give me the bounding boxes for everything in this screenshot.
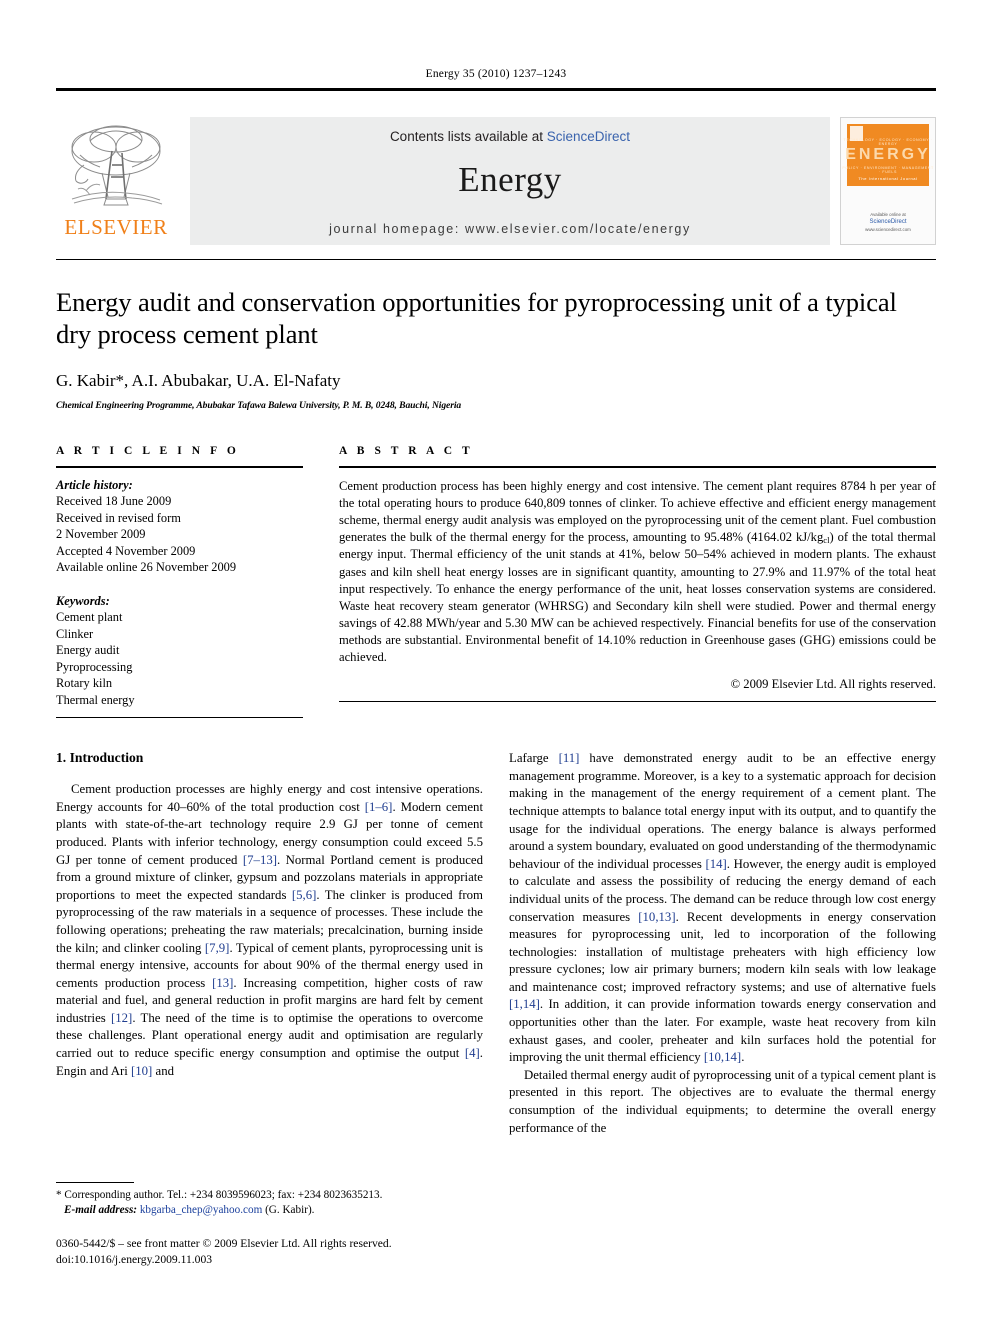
corresponding-author-note: * Corresponding author. Tel.: +234 80395…: [56, 1188, 496, 1203]
citation-ref[interactable]: [5,6]: [292, 888, 317, 902]
intro-paragraph-right-2: Detailed thermal energy audit of pyropro…: [509, 1067, 936, 1135]
citation-ref[interactable]: [10,13]: [638, 910, 675, 924]
article-title: Energy audit and conservation opportunit…: [56, 287, 897, 350]
doi-line[interactable]: doi:10.1016/j.energy.2009.11.003: [56, 1252, 496, 1267]
imprint-block: 0360-5442/$ – see front matter © 2009 El…: [56, 1236, 496, 1267]
keyword-item: Energy audit: [56, 643, 120, 658]
abstract-part-2: ) of the total thermal energy input. The…: [339, 529, 937, 664]
keyword-item: Pyroprocessing: [56, 659, 133, 674]
contents-prefix: Contents lists available at: [389, 129, 547, 144]
history-item: Received 18 June 2009: [56, 494, 172, 509]
article-history: Article history: Received 18 June 2009 R…: [56, 477, 303, 576]
keyword-item: Thermal energy: [56, 692, 135, 707]
intro-paragraph-right-1: Lafarge [11] have demonstrated energy au…: [509, 750, 936, 1067]
author-list: G. Kabir*, A.I. Abubakar, U.A. El-Nafaty: [56, 370, 341, 390]
abstract-heading: A B S T R A C T: [339, 444, 474, 457]
article-info-column: A R T I C L E I N F O Article history: R…: [56, 445, 303, 719]
journal-homepage-line[interactable]: journal homepage: www.elsevier.com/locat…: [329, 222, 691, 236]
email-owner: (G. Kabir).: [262, 1203, 315, 1216]
cover-sciencedirect: ScienceDirect: [869, 219, 907, 226]
footnote-block: * Corresponding author. Tel.: +234 80395…: [56, 1181, 496, 1267]
journal-title: Energy: [458, 160, 562, 199]
left-column: 1. Introduction Cement production proces…: [56, 750, 483, 1137]
article-info-heading: A R T I C L E I N F O: [56, 444, 240, 457]
paper-page: Energy 35 (2010) 1237–1243 ELSEVIER Cont…: [0, 0, 992, 1323]
keyword-item: Rotary kiln: [56, 676, 113, 691]
elsevier-logo: ELSEVIER: [56, 117, 176, 245]
keywords-block: Keywords: Cement plant Clinker Energy au…: [56, 593, 303, 709]
citation-ref[interactable]: [14]: [705, 857, 726, 871]
citation-ref[interactable]: [10,14]: [704, 1050, 741, 1064]
citation-ref[interactable]: [7,9]: [205, 941, 230, 955]
cover-url: www.sciencedirect.com: [865, 227, 911, 233]
cover-subtitle: The International Journal: [858, 176, 918, 181]
affiliation: Chemical Engineering Programme, Abubakar…: [56, 399, 462, 411]
citation-ref[interactable]: [7–13]: [243, 853, 277, 867]
keyword-item: Cement plant: [56, 610, 123, 625]
elsevier-tree-icon: [71, 125, 163, 206]
right-column: Lafarge [11] have demonstrated energy au…: [509, 750, 936, 1137]
journal-banner: Contents lists available at ScienceDirec…: [190, 117, 830, 245]
text-run: .: [741, 1050, 745, 1065]
citation-ref[interactable]: [1,14]: [509, 997, 540, 1011]
text-run: and: [152, 1063, 175, 1078]
text-run: have demonstrated energy audit to be an …: [509, 751, 936, 871]
body-columns: 1. Introduction Cement production proces…: [56, 750, 936, 1137]
citation-ref[interactable]: [1–6]: [365, 800, 393, 814]
elsevier-wordmark: ELSEVIER: [64, 215, 168, 239]
sciencedirect-link[interactable]: ScienceDirect: [547, 129, 630, 144]
journal-masthead: ELSEVIER Contents lists available at Sci…: [56, 117, 936, 245]
abstract-copyright: © 2009 Elsevier Ltd. All rights reserved…: [730, 676, 936, 691]
cover-available-at: Available online at: [870, 211, 906, 217]
cover-topics-bottom: POLICY · ENVIRONMENT · MANAGEMENT · FUEL…: [842, 166, 934, 174]
keywords-label: Keywords:: [56, 593, 110, 608]
history-item: Accepted 4 November 2009: [56, 543, 196, 558]
footnote-text: Corresponding author. Tel.: +234 8039596…: [61, 1188, 383, 1201]
text-run: Lafarge: [509, 751, 559, 766]
contents-available-line: Contents lists available at ScienceDirec…: [390, 129, 630, 144]
masthead-top-rule: [56, 88, 936, 91]
citation-ref[interactable]: [13]: [212, 976, 233, 990]
cover-footer: Available online at ScienceDirect www.sc…: [841, 212, 935, 234]
article-info-rule: [56, 465, 303, 468]
info-abstract-block: A R T I C L E I N F O Article history: R…: [56, 445, 936, 719]
email-note: E-mail address: kbgarba_chep@yahoo.com (…: [56, 1203, 496, 1218]
footnote-rule: [56, 1181, 134, 1183]
masthead-bottom-rule: [56, 259, 936, 260]
email-label: E-mail address:: [64, 1203, 138, 1216]
issn-line: 0360-5442/$ – see front matter © 2009 El…: [56, 1237, 392, 1251]
intro-paragraph-left: Cement production processes are highly e…: [56, 781, 483, 1080]
article-info-bottom-rule: [56, 717, 303, 719]
abstract-column: A B S T R A C T Cement production proces…: [339, 445, 936, 719]
cover-title: ENERGY: [845, 146, 931, 163]
abstract-text: Cement production process has been highl…: [339, 478, 936, 666]
cover-topics-top: TECHNOLOGY · ECOLOGY · ECONOMY · ENERGY: [843, 138, 933, 146]
abstract-rule: [339, 465, 936, 468]
abstract-bottom-rule: [339, 700, 936, 702]
email-link[interactable]: kbgarba_chep@yahoo.com: [140, 1204, 262, 1216]
journal-cover-thumbnail[interactable]: TECHNOLOGY · ECOLOGY · ECONOMY · ENERGY …: [840, 117, 936, 245]
history-item: Received in revised form: [56, 510, 181, 525]
history-item: 2 November 2009: [56, 527, 146, 542]
section-title-introduction: 1. Introduction: [56, 750, 144, 766]
citation-ref[interactable]: [4]: [465, 1046, 480, 1060]
citation-ref[interactable]: [11]: [559, 751, 580, 765]
citation-ref[interactable]: [12]: [111, 1011, 132, 1025]
article-history-label: Article history:: [56, 477, 133, 492]
keyword-item: Clinker: [56, 626, 94, 641]
running-head: Energy 35 (2010) 1237–1243: [425, 68, 567, 80]
history-item: Available online 26 November 2009: [56, 560, 237, 575]
citation-ref[interactable]: [10]: [131, 1064, 152, 1078]
